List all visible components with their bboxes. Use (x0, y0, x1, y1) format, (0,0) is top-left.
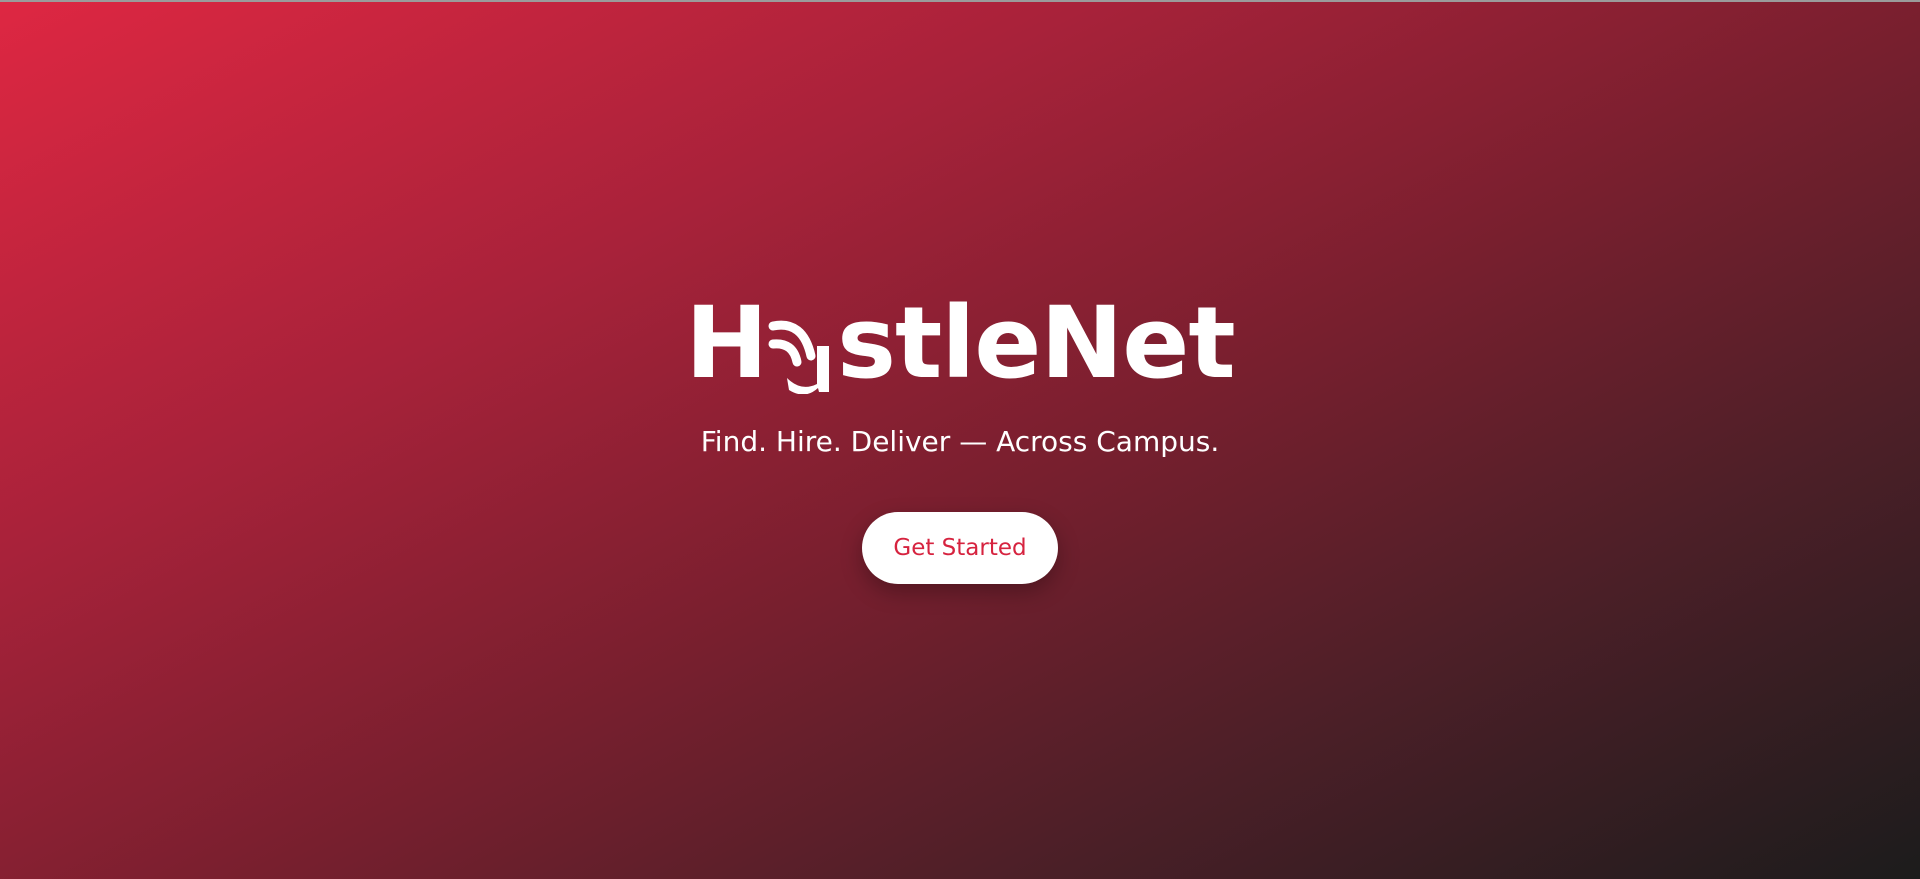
logo-prefix: H (685, 286, 768, 401)
wifi-signal-u-icon (767, 294, 837, 394)
logo-suffix: stleNet (837, 286, 1236, 401)
tagline: Find. Hire. Deliver — Across Campus. (700, 425, 1220, 458)
brand-logo: H stleNet (0, 294, 1920, 394)
hero-section: H stleNet Find. Hire. Deliver — Across C… (0, 0, 1920, 879)
get-started-button[interactable]: Get Started (862, 512, 1058, 584)
